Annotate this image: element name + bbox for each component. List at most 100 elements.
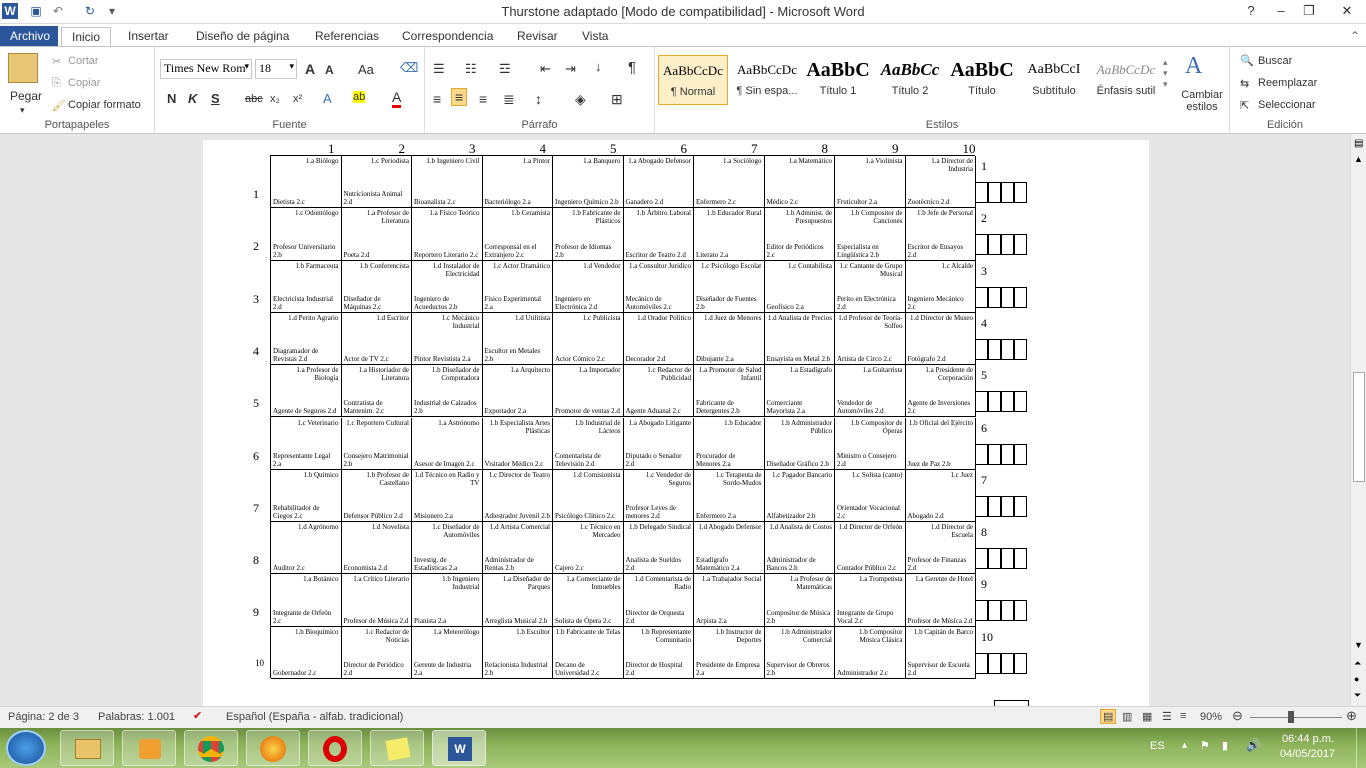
table-cell[interactable]: 1.d Abogado Defensor Estadígrafo Matemáti… <box>694 522 765 575</box>
shading-icon[interactable]: ◈ <box>575 91 586 108</box>
tab-vista[interactable]: Vista <box>572 27 618 47</box>
copy-button[interactable]: Copiar <box>68 77 100 89</box>
page-count[interactable]: Página: 2 de 3 <box>8 711 79 723</box>
paste-dropdown-icon[interactable]: ▾ <box>20 105 25 116</box>
table-cell[interactable]: 1.b Administ. de Presupuestos Editor de P… <box>764 208 835 261</box>
answer-box[interactable] <box>988 391 1001 413</box>
table-cell[interactable]: 1.a Abogado Defensor Ganadero 2.d <box>623 156 694 209</box>
print-layout-icon[interactable]: ▤ <box>1100 709 1117 724</box>
answer-box[interactable] <box>988 182 1001 203</box>
table-cell[interactable]: 1.c Director de Teatro Adiestrador Juveni… <box>482 469 553 523</box>
select-icon[interactable]: ⇱ <box>1240 99 1249 112</box>
table-cell[interactable]: 1.b Bioquímico Gobernador 2.c <box>271 626 342 679</box>
table-cell[interactable]: 1.b Fabricante de Telas Decano de Univers… <box>553 626 624 679</box>
volume-icon[interactable]: 🔊 <box>1246 738 1261 752</box>
format-painter-button[interactable]: Copiar formato <box>68 99 141 111</box>
table-cell[interactable]: 1.d Novelista Economista 2.d <box>341 522 412 575</box>
answer-box[interactable] <box>1001 234 1014 256</box>
format-painter-icon[interactable]: 🖌 <box>52 99 66 112</box>
table-cell[interactable]: 1.a Abogado Litigante Diputado o Senador … <box>623 417 694 470</box>
table-cell[interactable]: 1.a Presidente de Corporación Agente de I… <box>905 365 976 418</box>
table-cell[interactable]: 1.d Analista de Precios Ensayista en Meta… <box>764 312 835 366</box>
table-cell[interactable]: 1.c Contabilista Geofísico 2.a <box>764 260 835 313</box>
answer-box[interactable] <box>1014 182 1027 203</box>
tab-inicio[interactable]: Inicio <box>61 27 112 47</box>
cut-button[interactable]: Cortar <box>68 55 99 67</box>
scroll-up-icon[interactable]: ▲ <box>1354 154 1363 164</box>
table-cell[interactable]: 1.a Profesor de Biología Agente de Seguro… <box>271 365 342 418</box>
table-cell[interactable]: 1.a Comerciante de Inmuebles Solista de Ó… <box>553 574 624 627</box>
answer-box[interactable] <box>988 338 1001 360</box>
answer-box[interactable] <box>988 286 1001 308</box>
show-desktop-button[interactable] <box>1356 728 1366 768</box>
cut-icon[interactable]: ✂ <box>52 55 61 68</box>
zoom-slider[interactable] <box>1250 717 1342 718</box>
underline-button[interactable]: S <box>211 91 220 106</box>
table-cell[interactable]: 1.b Educador Procurador de Menores 2.a <box>694 417 765 470</box>
answer-box[interactable] <box>1014 391 1027 413</box>
answer-box[interactable] <box>988 443 1001 465</box>
show-hidden-icons-icon[interactable]: ▴ <box>1182 740 1187 751</box>
table-cell[interactable]: 1.d Juez de Menores Dibujante 2.a <box>694 312 765 366</box>
table-cell[interactable]: 1.a Botánico Integrante de Orfeón 2.c <box>271 574 342 627</box>
explorer-icon[interactable] <box>60 730 114 766</box>
table-cell[interactable]: 1.d Agrónomo Auditor 2.c <box>271 522 342 575</box>
table-cell[interactable]: 1.b Educador Rural Literato 2.a <box>694 208 765 261</box>
sticky-notes-icon[interactable] <box>370 730 424 766</box>
table-cell[interactable]: 1.d Comentarista de Radio Director de Orq… <box>623 574 694 627</box>
answer-box[interactable] <box>988 652 1001 674</box>
table-cell[interactable]: 1.c Psicólogo Escolar Diseñador de Fuente… <box>694 260 765 313</box>
text-effects-icon[interactable]: A <box>323 91 332 106</box>
opera-icon[interactable] <box>308 730 362 766</box>
zoom-slider-thumb[interactable] <box>1288 711 1294 723</box>
word-count[interactable]: Palabras: 1.001 <box>98 711 175 723</box>
line-spacing-icon[interactable]: ↕ <box>535 91 542 107</box>
find-icon[interactable]: 🔍 <box>1240 54 1254 67</box>
input-language[interactable]: ES <box>1150 740 1165 752</box>
copy-icon[interactable]: ⎘ <box>52 77 61 90</box>
table-cell[interactable]: 1.b Industrial de Lácteos Comentarista de… <box>553 417 624 470</box>
table-cell[interactable]: 1.a Historiador de Literatura Contratista… <box>341 365 412 418</box>
table-cell[interactable]: 1.d Comisionista Psicólogo Clínico 2.c <box>553 469 624 523</box>
browse-object-icon[interactable]: ● <box>1354 674 1359 684</box>
style-heading2[interactable]: AaBbCc Título 2 <box>875 55 945 105</box>
table-cell[interactable]: 1.d Profesor de Teoría- Solfeo Artista de… <box>835 312 906 366</box>
vertical-scrollbar[interactable]: ▤ ▲ ▼ ⏶ ● ⏷ <box>1350 134 1366 706</box>
tab-revisar[interactable]: Revisar <box>507 27 568 47</box>
minimize-button[interactable]: – <box>1266 0 1296 22</box>
superscript-button[interactable]: x² <box>293 93 302 105</box>
network-icon[interactable]: ▮ <box>1222 739 1228 752</box>
table-cell[interactable]: 1.a Trompetista Integrante de Grupo Vocal… <box>835 574 906 627</box>
table-cell[interactable]: 1.b Jefe de Personal Escritor de Ensayos … <box>905 208 976 261</box>
language[interactable]: Español (España - alfab. tradicional) <box>226 711 403 723</box>
table-cell[interactable]: 1.a Guitarrista Vendedor de Automóviles 2… <box>835 365 906 418</box>
table-cell[interactable]: 1.b Compositor Música Clásica Administrad… <box>835 626 906 679</box>
table-cell[interactable]: 1.b Representante Comunitario Director de… <box>623 626 694 679</box>
table-cell[interactable]: 1.b Administrador Público Diseñador Gráfi… <box>764 417 835 470</box>
clock-time[interactable]: 06:44 p.m. <box>1282 733 1334 745</box>
font-color-button[interactable]: A <box>392 89 402 108</box>
answer-box[interactable] <box>1014 338 1027 360</box>
answer-box[interactable] <box>975 652 988 674</box>
table-cell[interactable]: 1.b Farmaceuta Electricista Industrial 2.… <box>271 260 342 313</box>
table-cell[interactable]: 1.a Biólogo Dietista 2.c <box>271 156 342 209</box>
answer-box[interactable] <box>975 338 988 360</box>
answer-box[interactable] <box>975 600 988 622</box>
table-cell[interactable]: 1.a Importador Promotor de ventas 2.d <box>553 365 624 418</box>
answer-box[interactable] <box>1014 443 1027 465</box>
style-no-spacing[interactable]: AaBbCcDc ¶ Sin espa... <box>732 55 802 105</box>
align-right-icon[interactable]: ≡ <box>479 91 487 107</box>
table-cell[interactable]: 1.a Profesor de Literatura Poeta 2.d <box>341 208 412 261</box>
paste-icon[interactable] <box>8 53 38 83</box>
table-cell[interactable]: 1.d Utilitista Escultor en Metales 2.b <box>482 312 553 366</box>
outline-icon[interactable]: ☰ <box>1162 710 1172 723</box>
style-subtitle[interactable]: AaBbCcI Subtítulo <box>1019 55 1089 105</box>
table-cell[interactable]: 1.d Orador Político Decorador 2.d <box>623 312 694 366</box>
table-cell[interactable]: 1.a Director de Industria Zootécnico 2.d <box>905 156 976 209</box>
answer-box[interactable] <box>988 600 1001 622</box>
table-cell[interactable]: 1.c Redactor de Noticias Director de Peri… <box>341 626 412 679</box>
table-cell[interactable]: 1.b Conferencista Diseñador de Máquinas 2… <box>341 260 412 313</box>
align-left-icon[interactable]: ≡ <box>433 91 441 107</box>
table-cell[interactable]: 1.d Escritor Actor de TV 2.c <box>341 312 412 366</box>
answer-box[interactable] <box>1014 286 1027 308</box>
